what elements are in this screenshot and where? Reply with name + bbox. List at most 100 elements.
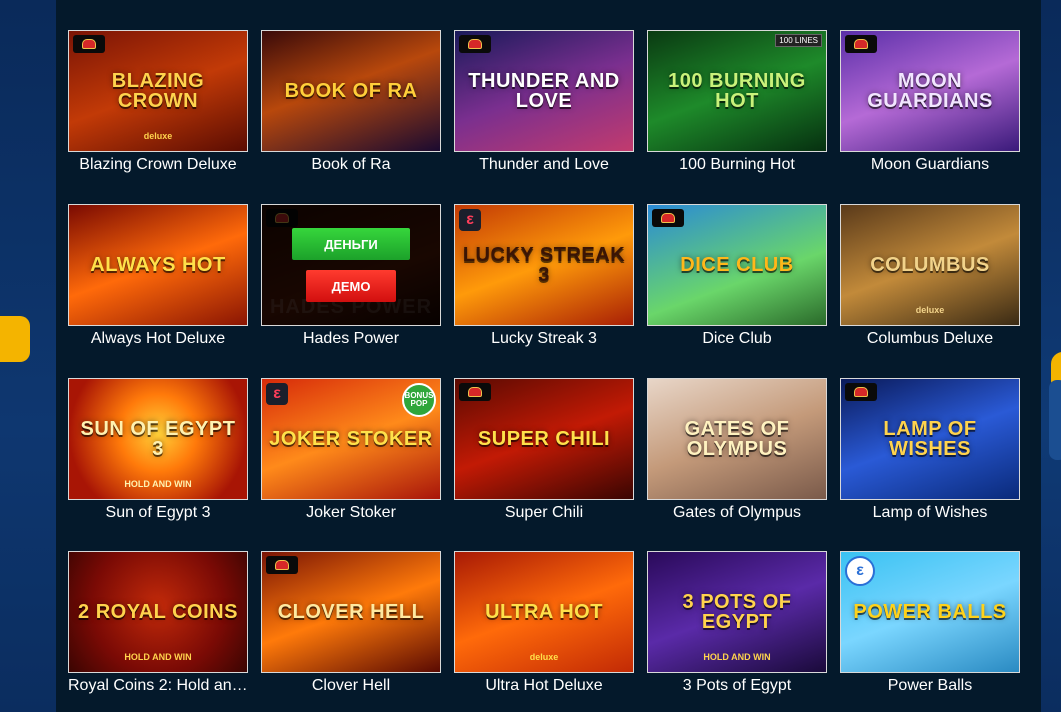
- game-art-title: BLAZING CROWN: [111, 70, 205, 112]
- game-title[interactable]: Power Balls: [840, 677, 1020, 695]
- game-thumbnail[interactable]: MOON GUARDIANS: [840, 30, 1020, 152]
- left-banner: [0, 0, 56, 712]
- game-title[interactable]: Clover Hell: [261, 677, 441, 695]
- game-thumbnail[interactable]: COLUMBUS deluxe: [840, 204, 1020, 326]
- game-thumbnail[interactable]: SUPER CHILI: [454, 378, 634, 500]
- play-for-money-button[interactable]: ДЕНЬГИ: [292, 228, 410, 260]
- game-title[interactable]: Joker Stoker: [261, 504, 441, 522]
- game-title[interactable]: Always Hot Deluxe: [68, 330, 248, 348]
- game-title[interactable]: Moon Guardians: [840, 156, 1020, 174]
- game-title[interactable]: Lucky Streak 3: [454, 330, 634, 348]
- game-art-title: 100 BURNING HOT: [668, 70, 806, 112]
- provider-logo-icon: [459, 35, 491, 53]
- game-thumbnail[interactable]: LAMP OF WISHES: [840, 378, 1020, 500]
- game-art-title: LAMP OF WISHES: [883, 418, 977, 460]
- game-title[interactable]: Blazing Crown Deluxe: [68, 156, 248, 174]
- game-artwork: ULTRA HOT deluxe: [455, 552, 633, 672]
- game-art-title: THUNDER AND LOVE: [468, 70, 620, 112]
- bonus-pop-badge: BONUS POP: [402, 383, 436, 417]
- game-art-subtitle: deluxe: [915, 305, 945, 315]
- game-title[interactable]: Lamp of Wishes: [840, 504, 1020, 522]
- game-artwork: ALWAYS HOT: [69, 205, 247, 325]
- game-title[interactable]: Hades Power: [261, 330, 441, 348]
- game-artwork: GATES OF OLYMPUS: [648, 379, 826, 499]
- provider-logo-icon: [652, 209, 684, 227]
- game-art-title: SUPER CHILI: [477, 428, 611, 450]
- game-thumbnail[interactable]: 100 BURNING HOT 100 LINES: [647, 30, 827, 152]
- game-art-title: COLUMBUS: [870, 254, 990, 276]
- game-art-title: DICE CLUB: [680, 254, 794, 276]
- game-artwork: 100 BURNING HOT: [648, 31, 826, 151]
- game-title[interactable]: Book of Ra: [261, 156, 441, 174]
- right-banner: [1041, 0, 1061, 712]
- game-title[interactable]: Ultra Hot Deluxe: [454, 677, 634, 695]
- game-hover-overlay: ДЕНЬГИ ДЕМО: [262, 205, 440, 325]
- game-title[interactable]: Royal Coins 2: Hold and Win: [68, 677, 248, 695]
- game-art-title: LUCKY STREAK 3: [462, 244, 626, 286]
- game-art-subtitle: HOLD AND WIN: [124, 652, 192, 662]
- game-artwork: LUCKY STREAK 3: [455, 205, 633, 325]
- game-art-title: POWER BALLS: [853, 601, 1007, 623]
- provider-logo-icon: [266, 556, 298, 574]
- game-thumbnail[interactable]: THUNDER AND LOVE: [454, 30, 634, 152]
- game-title[interactable]: Super Chili: [454, 504, 634, 522]
- game-thumbnail[interactable]: LUCKY STREAK 3 ε: [454, 204, 634, 326]
- game-title[interactable]: 3 Pots of Egypt: [647, 677, 827, 695]
- game-art-subtitle: deluxe: [143, 131, 173, 141]
- game-art-title: BOOK OF RA: [284, 80, 418, 102]
- game-thumbnail[interactable]: SUN OF EGYPT 3 HOLD AND WIN: [68, 378, 248, 500]
- game-art-title: ALWAYS HOT: [90, 254, 226, 276]
- provider-logo-icon: ε: [845, 556, 875, 586]
- provider-logo-icon: ε: [266, 383, 288, 405]
- game-title[interactable]: Gates of Olympus: [647, 504, 827, 522]
- game-artwork: BOOK OF RA: [262, 31, 440, 151]
- game-artwork: 2 ROYAL COINS HOLD AND WIN: [69, 552, 247, 672]
- game-thumbnail[interactable]: JOKER STOKER ε BONUS POP: [261, 378, 441, 500]
- provider-logo-icon: [845, 35, 877, 53]
- game-title[interactable]: Columbus Deluxe: [840, 330, 1020, 348]
- games-panel: BLAZING CROWN deluxe Blazing Crown Deluxe B…: [56, 0, 1041, 712]
- provider-logo-icon: [73, 35, 105, 53]
- game-title[interactable]: Dice Club: [647, 330, 827, 348]
- game-art-title: GATES OF OLYMPUS: [684, 418, 790, 460]
- game-thumbnail[interactable]: POWER BALLS ε: [840, 551, 1020, 673]
- game-art-subtitle: deluxe: [529, 652, 559, 662]
- game-thumbnail[interactable]: ALWAYS HOT: [68, 204, 248, 326]
- game-thumbnail[interactable]: GATES OF OLYMPUS: [647, 378, 827, 500]
- game-title[interactable]: 100 Burning Hot: [647, 156, 827, 174]
- provider-emblem-icon: [275, 560, 289, 570]
- game-art-subtitle: HOLD AND WIN: [703, 652, 771, 662]
- provider-logo-icon: [845, 383, 877, 401]
- game-thumbnail[interactable]: 2 ROYAL COINS HOLD AND WIN: [68, 551, 248, 673]
- game-thumbnail[interactable]: BLAZING CROWN deluxe: [68, 30, 248, 152]
- game-thumbnail[interactable]: DICE CLUB: [647, 204, 827, 326]
- provider-emblem-icon: [854, 387, 868, 397]
- game-art-title: ULTRA HOT: [485, 601, 603, 623]
- game-thumbnail[interactable]: BOOK OF RA: [261, 30, 441, 152]
- game-thumbnail[interactable]: HADES POWERHADES POWERДЕНЬГИДЕМО: [261, 204, 441, 326]
- provider-emblem-icon: [854, 39, 868, 49]
- play-demo-button[interactable]: ДЕМО: [306, 270, 396, 302]
- lines-badge: 100 LINES: [775, 34, 822, 47]
- game-thumbnail[interactable]: ULTRA HOT deluxe: [454, 551, 634, 673]
- game-artwork: 3 POTS OF EGYPT HOLD AND WIN: [648, 552, 826, 672]
- games-grid: BLAZING CROWN deluxe Blazing Crown Deluxe B…: [56, 0, 1041, 712]
- banner-badge: [0, 316, 30, 362]
- game-art-title: 2 ROYAL COINS: [78, 601, 238, 623]
- game-art-title: JOKER STOKER: [269, 428, 433, 450]
- provider-emblem-icon: [661, 213, 675, 223]
- game-art-title: CLOVER HELL: [277, 601, 425, 623]
- provider-emblem-icon: [468, 387, 482, 397]
- game-art-subtitle: HOLD AND WIN: [124, 479, 192, 489]
- provider-logo-icon: ε: [459, 209, 481, 231]
- game-art-title: 3 POTS OF EGYPT: [682, 591, 792, 633]
- provider-emblem-icon: [82, 39, 96, 49]
- banner-panel: [1049, 380, 1061, 460]
- game-thumbnail[interactable]: CLOVER HELL: [261, 551, 441, 673]
- game-title[interactable]: Thunder and Love: [454, 156, 634, 174]
- provider-logo-icon: [459, 383, 491, 401]
- game-art-title: SUN OF EGYPT 3: [80, 418, 236, 460]
- provider-emblem-icon: [468, 39, 482, 49]
- game-thumbnail[interactable]: 3 POTS OF EGYPT HOLD AND WIN: [647, 551, 827, 673]
- game-title[interactable]: Sun of Egypt 3: [68, 504, 248, 522]
